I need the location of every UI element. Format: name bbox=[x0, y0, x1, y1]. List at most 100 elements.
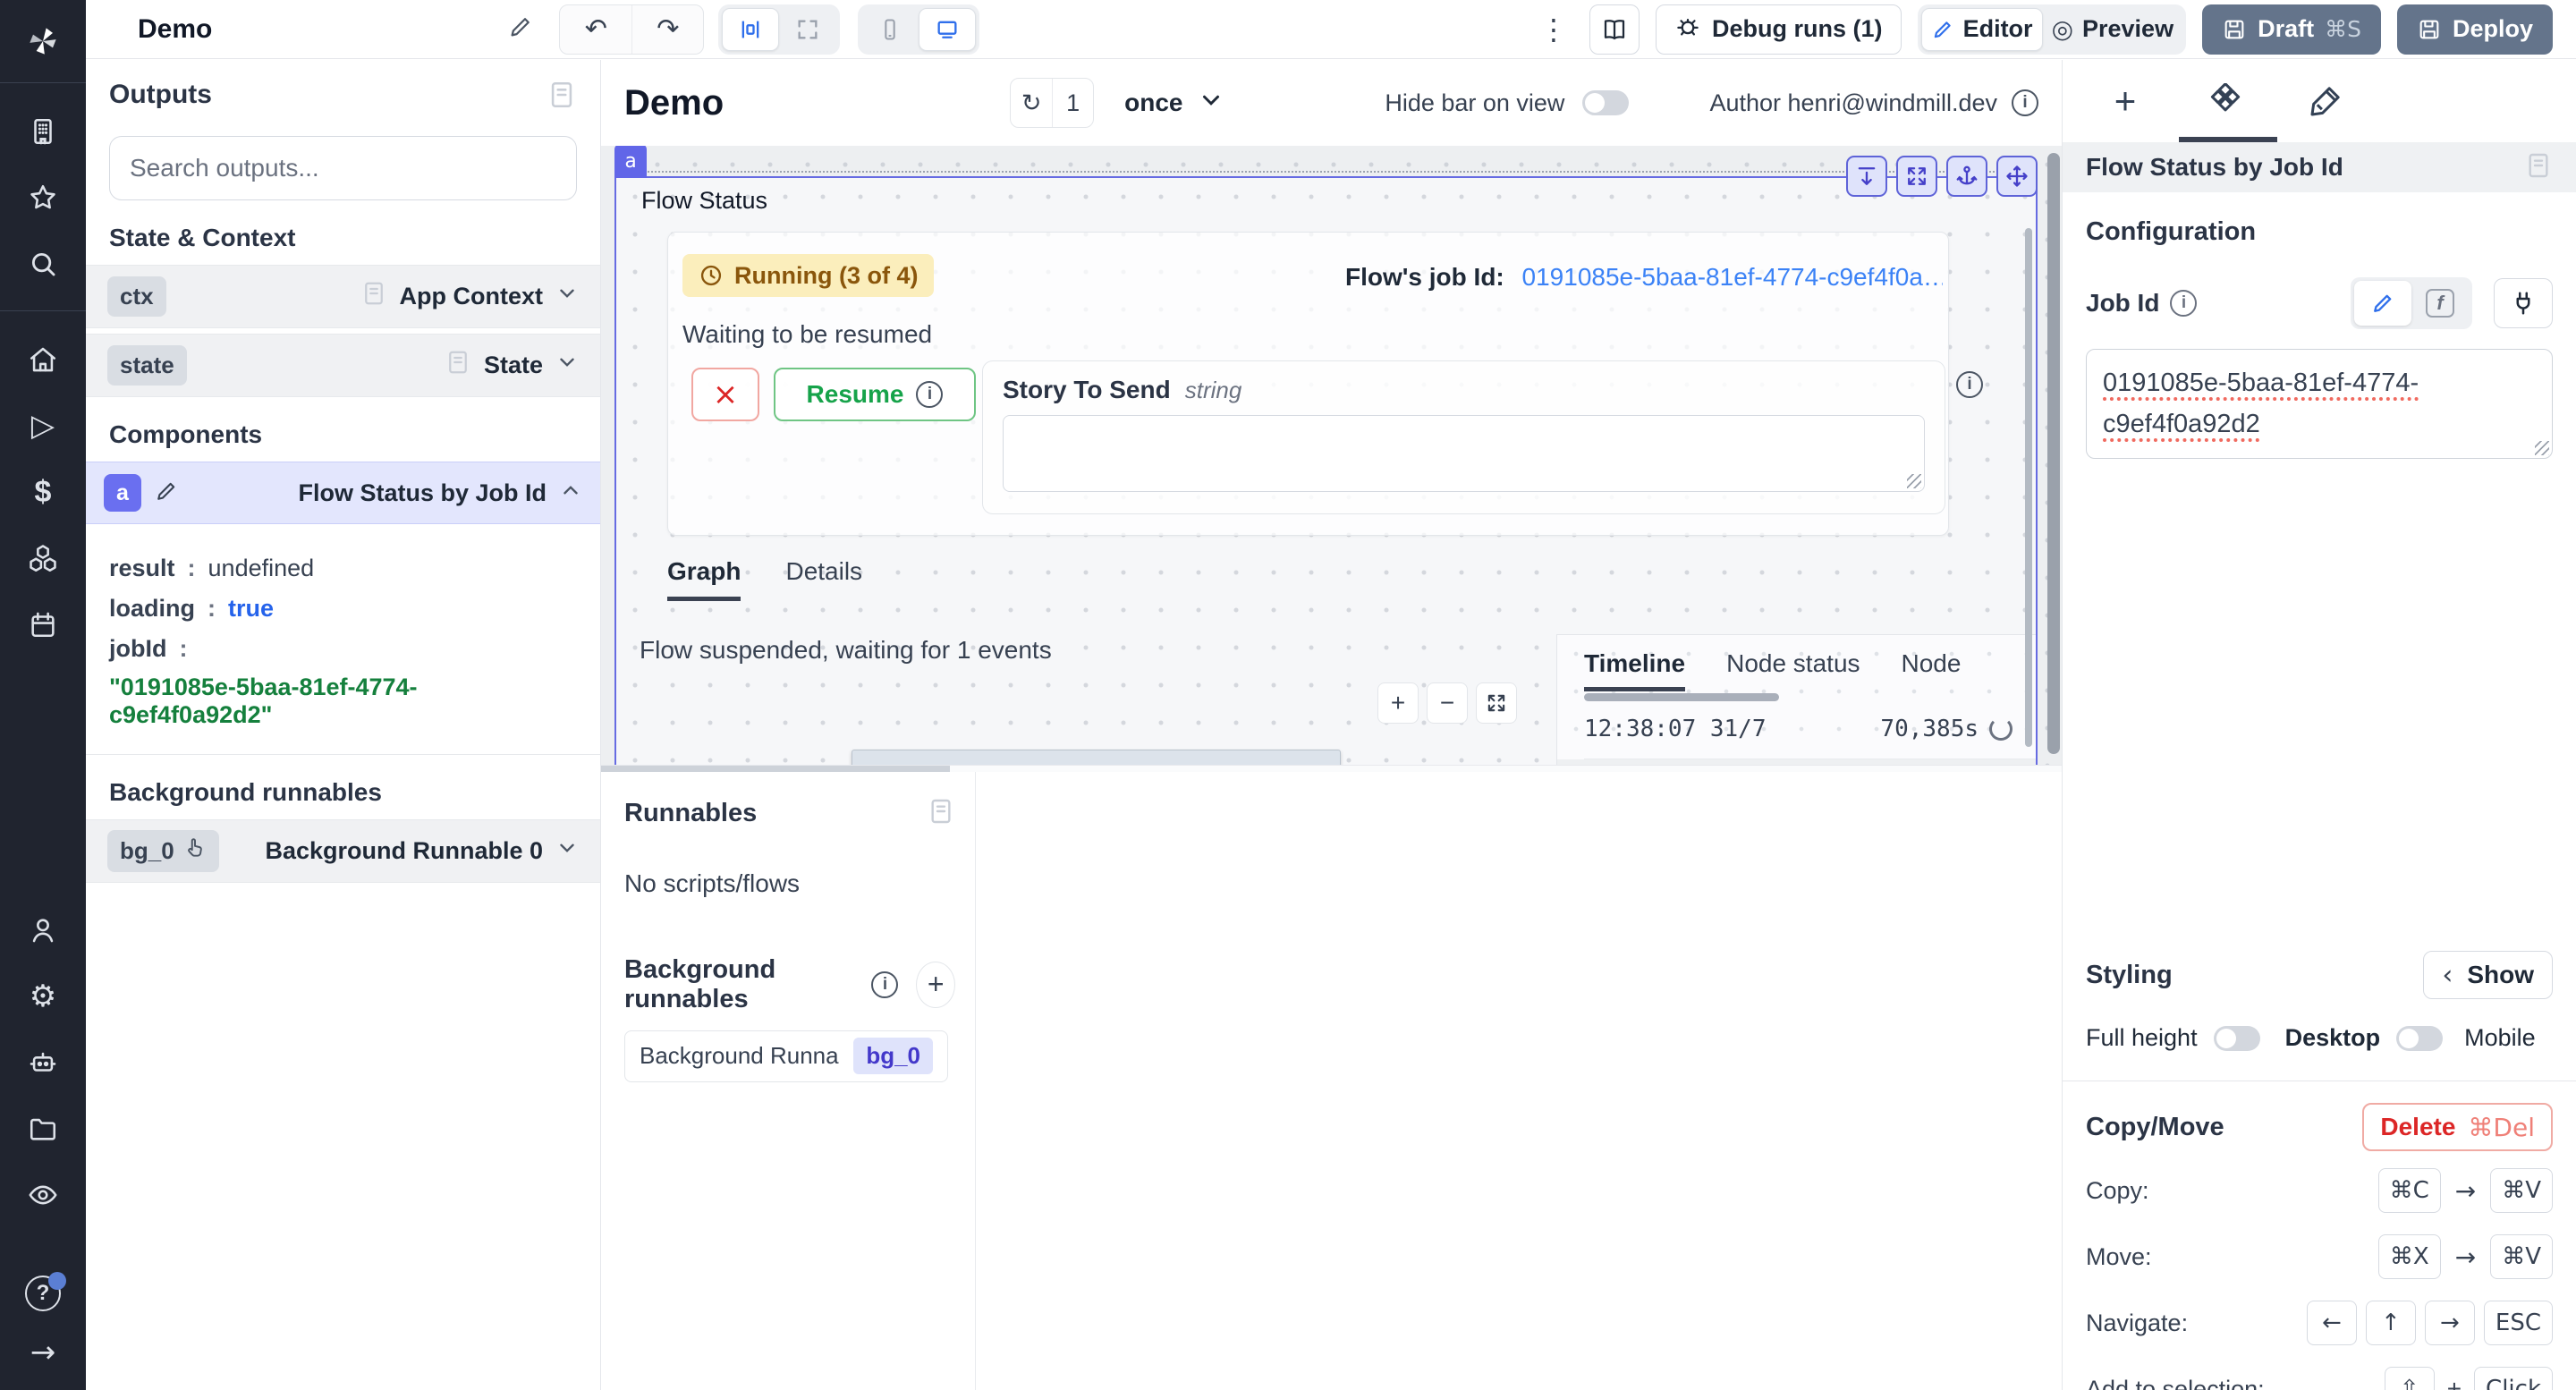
chevron-down-icon[interactable] bbox=[555, 836, 579, 866]
component-row-selected[interactable]: a Flow Status by Job Id bbox=[86, 462, 600, 524]
tab-node[interactable]: Node bbox=[1902, 649, 1962, 691]
bg-runnables-info-icon[interactable]: i bbox=[871, 971, 898, 998]
centered-layout-button[interactable] bbox=[722, 8, 779, 51]
full-height-toggle[interactable] bbox=[2214, 1026, 2260, 1051]
workers-robot-icon[interactable] bbox=[25, 1045, 61, 1081]
flow-node-input[interactable]: Input bbox=[852, 750, 1341, 765]
search-icon[interactable] bbox=[25, 246, 61, 282]
desktop-view-button[interactable] bbox=[919, 8, 976, 51]
tab-graph[interactable]: Graph bbox=[667, 557, 741, 601]
input-mode-toggle: f bbox=[2351, 277, 2472, 329]
preview-tab[interactable]: ◎ Preview bbox=[2043, 8, 2183, 51]
state-row[interactable]: state State bbox=[86, 334, 600, 397]
prop-key[interactable]: loading bbox=[109, 595, 195, 623]
audit-eye-icon[interactable] bbox=[25, 1177, 61, 1213]
graph-fullscreen-button[interactable] bbox=[1476, 682, 1517, 724]
schedules-calendar-icon[interactable] bbox=[25, 606, 61, 642]
mobile-label: Mobile bbox=[2464, 1024, 2536, 1052]
hide-bar-toggle[interactable] bbox=[1582, 90, 1629, 115]
prop-key[interactable]: result bbox=[109, 555, 175, 582]
component-doc-icon[interactable] bbox=[2524, 151, 2553, 184]
delete-component-button[interactable]: Delete ⌘Del bbox=[2362, 1103, 2553, 1151]
insert-component-tab-plus-icon[interactable]: + bbox=[2075, 80, 2175, 123]
resume-button[interactable]: Resume i bbox=[774, 368, 976, 421]
docs-book-button[interactable] bbox=[1589, 4, 1640, 55]
draft-button[interactable]: Draft ⌘S bbox=[2202, 4, 2381, 55]
ctx-row[interactable]: ctx App Context bbox=[86, 265, 600, 328]
move-icon[interactable] bbox=[1996, 156, 2038, 197]
expand-sidebar-arrow-icon[interactable]: → bbox=[25, 1335, 61, 1370]
graph-zoom-out-button[interactable]: − bbox=[1427, 682, 1468, 724]
fullwidth-layout-button[interactable] bbox=[779, 8, 836, 51]
home-icon[interactable] bbox=[25, 342, 61, 377]
tab-timeline[interactable]: Timeline bbox=[1584, 649, 1685, 691]
kbd-arrow-up: ↑ bbox=[2366, 1301, 2416, 1345]
editor-tab[interactable]: Editor bbox=[1921, 8, 2043, 51]
graph-zoom-in-button[interactable]: + bbox=[1377, 682, 1419, 724]
anchor-icon[interactable] bbox=[1946, 156, 1987, 197]
favorites-star-icon[interactable] bbox=[25, 180, 61, 216]
canvas-horizontal-scrollbar[interactable] bbox=[601, 765, 2062, 772]
cancel-button[interactable]: × bbox=[691, 368, 759, 421]
mobile-view-button[interactable] bbox=[861, 8, 919, 51]
more-menu-icon[interactable]: ⋮ bbox=[1534, 13, 1573, 47]
variables-dollar-icon[interactable]: $ bbox=[25, 474, 61, 510]
static-input-pencil-button[interactable] bbox=[2354, 281, 2411, 326]
help-icon[interactable]: ? bbox=[25, 1276, 61, 1311]
connect-input-plug-button[interactable] bbox=[2494, 278, 2553, 328]
debug-runs-button[interactable]: Debug runs (1) bbox=[1656, 4, 1902, 55]
redo-button[interactable]: ↷ bbox=[631, 5, 703, 54]
prop-jobid-string: "0191085e-5baa-81ef-4774-c9ef4f0a92d2" bbox=[109, 674, 577, 729]
component-scrollbar[interactable] bbox=[2025, 228, 2032, 747]
timeline-hscrollbar[interactable] bbox=[1584, 693, 1779, 701]
eval-input-function-button[interactable]: f bbox=[2411, 281, 2469, 326]
flow-status-component[interactable]: a Flow Status Running (3 of 4) Flow's jo… bbox=[614, 176, 2038, 765]
background-runnable-row[interactable]: bg_0 Background Runnable 0 bbox=[86, 819, 600, 883]
spinner-icon bbox=[1989, 717, 2012, 741]
settings-gear-icon[interactable]: ⚙ bbox=[25, 979, 61, 1014]
job-id-info-icon[interactable]: i bbox=[2170, 290, 2197, 317]
fullscreen-icon[interactable] bbox=[1896, 156, 1937, 197]
component-output-props: result:undefined loading:true jobId: "01… bbox=[86, 524, 600, 734]
edit-title-pencil-icon[interactable] bbox=[507, 13, 534, 45]
canvas-header: Demo ↻ 1 once Hide bar on view Author he… bbox=[601, 60, 2062, 146]
background-runnable-card[interactable]: Background Runna... bg_0 bbox=[624, 1030, 948, 1082]
rename-pencil-icon[interactable] bbox=[154, 479, 179, 508]
chevron-down-icon[interactable] bbox=[555, 282, 579, 311]
tab-details[interactable]: Details bbox=[785, 557, 862, 601]
show-styling-button[interactable]: ‹ Show bbox=[2423, 951, 2553, 999]
story-textarea[interactable] bbox=[1003, 415, 1925, 492]
schedule-dropdown[interactable]: once bbox=[1124, 87, 1224, 120]
resources-cubes-icon[interactable] bbox=[25, 540, 61, 576]
chevron-up-icon[interactable] bbox=[559, 479, 582, 508]
folders-icon[interactable] bbox=[25, 1111, 61, 1147]
resume-info-icon[interactable]: i bbox=[916, 381, 943, 408]
runs-play-icon[interactable]: ▷ bbox=[25, 408, 61, 444]
kbd-cmd-v: ⌘V bbox=[2490, 1168, 2553, 1213]
prop-value: undefined bbox=[208, 555, 315, 582]
tab-node-status[interactable]: Node status bbox=[1726, 649, 1860, 691]
windmill-logo[interactable] bbox=[0, 0, 86, 82]
users-icon[interactable] bbox=[25, 912, 61, 948]
workspace-building-icon[interactable] bbox=[25, 114, 61, 149]
app-canvas[interactable]: a Flow Status Running (3 of 4) Flow's jo… bbox=[601, 146, 2062, 765]
undo-button[interactable]: ↶ bbox=[560, 5, 631, 54]
styling-tab-brush-icon[interactable] bbox=[2275, 83, 2376, 119]
form-info-icon[interactable]: i bbox=[1956, 371, 1983, 398]
component-settings-tab-diamonds-icon[interactable] bbox=[2175, 83, 2275, 119]
deploy-button[interactable]: Deploy bbox=[2397, 4, 2553, 55]
job-id-input[interactable]: 0191085e-5baa-81ef-4774-c9ef4f0a92d2 bbox=[2086, 349, 2553, 459]
panel-doc-icon[interactable] bbox=[547, 80, 577, 114]
expand-down-icon[interactable] bbox=[1846, 156, 1887, 197]
prop-key[interactable]: jobId bbox=[109, 635, 166, 663]
canvas-vertical-scrollbar[interactable] bbox=[2047, 153, 2060, 754]
runnables-doc-icon[interactable] bbox=[927, 797, 955, 830]
add-background-runnable-button[interactable]: + bbox=[916, 962, 955, 1008]
refresh-counter[interactable]: ↻ 1 bbox=[1010, 78, 1094, 128]
job-id-link[interactable]: 0191085e-5baa-81ef-4774-c9ef4f0a… bbox=[1522, 263, 1943, 291]
desktop-toggle[interactable] bbox=[2396, 1026, 2443, 1051]
search-outputs-input[interactable] bbox=[130, 154, 556, 182]
component-id-tab[interactable]: a bbox=[614, 146, 647, 178]
author-info-icon[interactable]: i bbox=[2012, 89, 2038, 116]
chevron-down-icon[interactable] bbox=[555, 351, 579, 380]
